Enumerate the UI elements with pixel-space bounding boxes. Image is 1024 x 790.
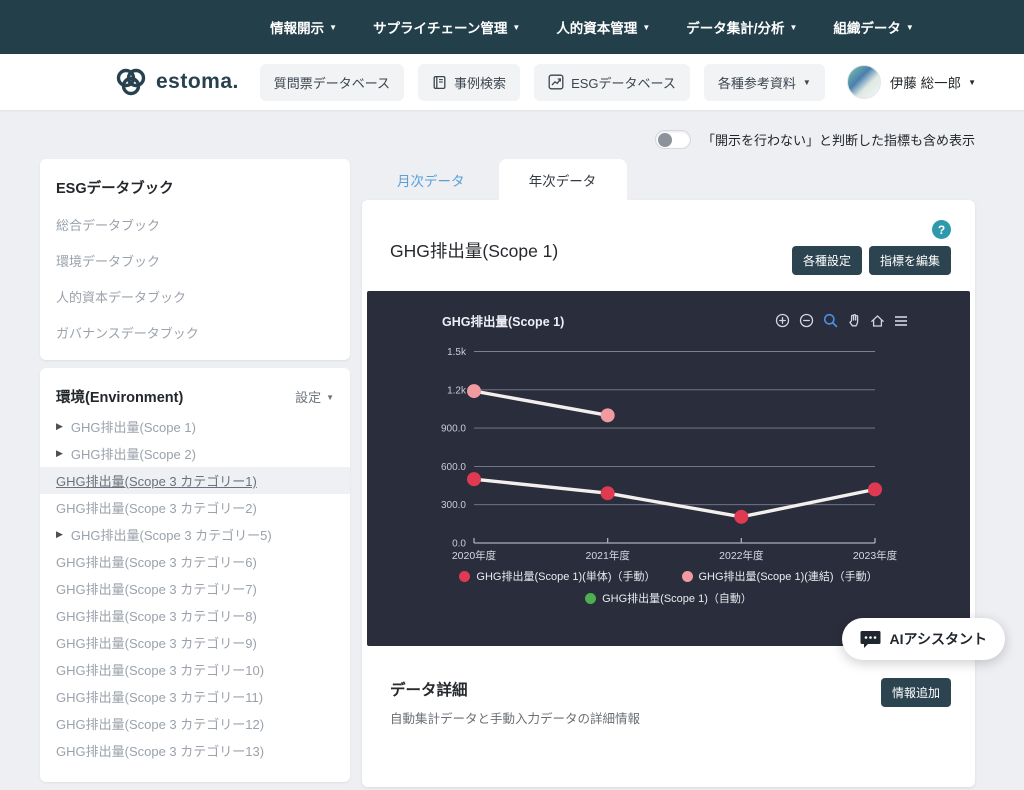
environment-settings-dropdown[interactable]: 設定 ▼ — [295, 387, 334, 406]
svg-text:0.0: 0.0 — [452, 539, 466, 550]
title-actions: ? 各種設定 指標を編集 — [792, 220, 951, 275]
legend-item[interactable]: GHG排出量(Scope 1)（自動） — [585, 590, 752, 606]
sidebar-indicator-item[interactable]: GHG排出量(Scope 3 カテゴリー13) — [40, 737, 350, 764]
indicator-card: GHG排出量(Scope 1) ? 各種設定 指標を編集 GHG排出量(Scop… — [362, 200, 975, 787]
nav-item[interactable]: サプライチェーン管理▼ — [373, 17, 520, 37]
sidebar-indicator-item[interactable]: GHG排出量(Scope 3 カテゴリー6) — [40, 548, 350, 575]
disclosure-toggle[interactable] — [655, 130, 691, 149]
toggle-knob — [658, 133, 672, 147]
app-header: estoma. 質問票データベース事例検索 ESGデータベース各種参考資料▼ 伊藤… — [0, 54, 1024, 110]
chevron-down-icon: ▼ — [803, 79, 811, 87]
chevron-down-icon: ▼ — [968, 79, 976, 87]
sidebar-indicator-item[interactable]: ▶GHG排出量(Scope 2) — [40, 440, 350, 467]
svg-text:1.5k: 1.5k — [447, 347, 467, 358]
svg-text:2020年度: 2020年度 — [452, 549, 497, 562]
legend-item[interactable]: GHG排出量(Scope 1)(連結)（手動） — [682, 568, 878, 584]
ai-assistant-label: AIアシスタント — [890, 629, 987, 649]
data-detail-subtitle: 自動集計データと手動入力データの詳細情報 — [390, 708, 640, 727]
sidebar-indicator-item[interactable]: GHG排出量(Scope 3 カテゴリー11) — [40, 683, 350, 710]
chevron-down-icon: ▼ — [329, 24, 337, 32]
svg-text:2022年度: 2022年度 — [719, 549, 764, 562]
tab-bar: 月次データ年次データ — [362, 159, 975, 200]
data-detail-title: データ詳細 — [390, 678, 640, 700]
chat-icon — [860, 630, 881, 649]
sidebar-indicator-item[interactable]: ▶GHG排出量(Scope 1) — [40, 413, 350, 440]
tab-annual-data[interactable]: 年次データ — [499, 159, 627, 200]
legend-dot-icon — [682, 571, 693, 582]
disclosure-toggle-label: 「開示を行わない」と判断した指標も含め表示 — [702, 130, 975, 149]
databook-link[interactable]: 人的資本データブック — [56, 287, 334, 306]
chart-legend-row1: GHG排出量(Scope 1)(単体)（手動） GHG排出量(Scope 1)(連… — [367, 568, 970, 584]
svg-text:2023年度: 2023年度 — [853, 549, 898, 562]
nav-item[interactable]: データ集計/分析▼ — [686, 17, 797, 37]
expand-arrow-icon[interactable]: ▶ — [56, 421, 63, 432]
edit-indicator-button[interactable]: 指標を編集 — [869, 246, 951, 275]
chart-legend-row2: GHG排出量(Scope 1)（自動） — [367, 590, 970, 606]
avatar[interactable] — [847, 65, 881, 99]
display-toggle-row: 「開示を行わない」と判断した指標も含め表示 — [0, 110, 1024, 159]
sidebar-indicator-item[interactable]: GHG排出量(Scope 3 カテゴリー9) — [40, 629, 350, 656]
sidebar-indicator-item[interactable]: GHG排出量(Scope 3 カテゴリー7) — [40, 575, 350, 602]
sidebar-indicator-item[interactable]: GHG排出量(Scope 3 カテゴリー8) — [40, 602, 350, 629]
databook-link[interactable]: 総合データブック — [56, 215, 334, 234]
legend-item[interactable]: GHG排出量(Scope 1)(単体)（手動） — [459, 568, 655, 584]
user-name: 伊藤 総一郎 ▼ — [890, 72, 976, 92]
environment-card: 環境(Environment) 設定 ▼ ▶GHG排出量(Scope 1)▶GH… — [40, 368, 350, 782]
svg-text:600.0: 600.0 — [441, 462, 466, 473]
tab-monthly-data[interactable]: 月次データ — [395, 159, 467, 200]
svg-text:2021年度: 2021年度 — [585, 549, 630, 562]
content: ESGデータブック 総合データブック環境データブック人的資本データブックガバナン… — [0, 159, 1024, 790]
legend-dot-icon — [585, 593, 596, 604]
sidebar-indicator-item[interactable]: GHG排出量(Scope 3 カテゴリー2) — [40, 494, 350, 521]
chevron-down-icon: ▼ — [790, 24, 798, 32]
chevron-down-icon: ▼ — [906, 24, 914, 32]
environment-list: ▶GHG排出量(Scope 1)▶GHG排出量(Scope 2)GHG排出量(S… — [56, 413, 334, 764]
chevron-down-icon: ▼ — [512, 24, 520, 32]
ai-assistant-button[interactable]: AIアシスタント — [842, 618, 1005, 660]
book-icon — [432, 75, 447, 90]
sidebar: ESGデータブック 総合データブック環境データブック人的資本データブックガバナン… — [40, 159, 350, 790]
nav-item[interactable]: 情報開示▼ — [270, 17, 337, 37]
line-chart-icon — [548, 74, 564, 90]
svg-text:1.2k: 1.2k — [447, 385, 467, 396]
environment-title: 環境(Environment) — [56, 386, 183, 407]
nav-item[interactable]: 組織データ▼ — [833, 17, 913, 37]
user-menu[interactable]: 伊藤 総一郎 ▼ — [847, 65, 976, 99]
header-button[interactable]: 事例検索 — [418, 64, 520, 101]
top-nav: 情報開示▼ サプライチェーン管理▼ 人的資本管理▼ データ集計/分析▼ 組織データ▼ — [0, 0, 1024, 54]
estoma-logo-icon — [112, 65, 150, 99]
header-buttons: 質問票データベース事例検索 ESGデータベース各種参考資料▼ — [260, 64, 839, 101]
help-icon[interactable]: ? — [932, 220, 951, 239]
expand-arrow-icon[interactable]: ▶ — [56, 529, 63, 540]
databook-card: ESGデータブック 総合データブック環境データブック人的資本データブックガバナン… — [40, 159, 350, 360]
ghg-chart: GHG排出量(Scope 1) 0.0300.0600.0900.01.2k1.… — [367, 291, 970, 646]
sidebar-indicator-item[interactable]: ▶GHG排出量(Scope 3 カテゴリー5) — [40, 521, 350, 548]
settings-button[interactable]: 各種設定 — [792, 246, 862, 275]
sidebar-indicator-item[interactable]: GHG排出量(Scope 3 カテゴリー12) — [40, 710, 350, 737]
databook-title: ESGデータブック — [56, 177, 334, 198]
svg-text:900.0: 900.0 — [441, 424, 466, 435]
databook-links: 総合データブック環境データブック人的資本データブックガバナンスデータブック — [56, 215, 334, 342]
main-panel: 月次データ年次データ GHG排出量(Scope 1) ? 各種設定 指標を編集 … — [362, 159, 975, 787]
svg-text:300.0: 300.0 — [441, 500, 466, 511]
databook-link[interactable]: ガバナンスデータブック — [56, 323, 334, 342]
nav-item[interactable]: 人的資本管理▼ — [556, 17, 650, 37]
databook-link[interactable]: 環境データブック — [56, 251, 334, 270]
estoma-logo: estoma. — [112, 65, 239, 99]
header-button[interactable]: ESGデータベース — [534, 64, 690, 101]
chevron-down-icon: ▼ — [326, 394, 334, 402]
add-info-button[interactable]: 情報追加 — [881, 678, 951, 707]
page-title: GHG排出量(Scope 1) — [390, 220, 558, 263]
legend-dot-icon — [459, 571, 470, 582]
header-button[interactable]: 質問票データベース — [260, 64, 404, 101]
logo-text: estoma. — [156, 70, 239, 94]
sidebar-indicator-item[interactable]: GHG排出量(Scope 3 カテゴリー10) — [40, 656, 350, 683]
header-button[interactable]: 各種参考資料▼ — [704, 64, 825, 101]
sidebar-indicator-item[interactable]: GHG排出量(Scope 3 カテゴリー1) — [40, 467, 350, 494]
chevron-down-icon: ▼ — [642, 24, 650, 32]
expand-arrow-icon[interactable]: ▶ — [56, 448, 63, 459]
